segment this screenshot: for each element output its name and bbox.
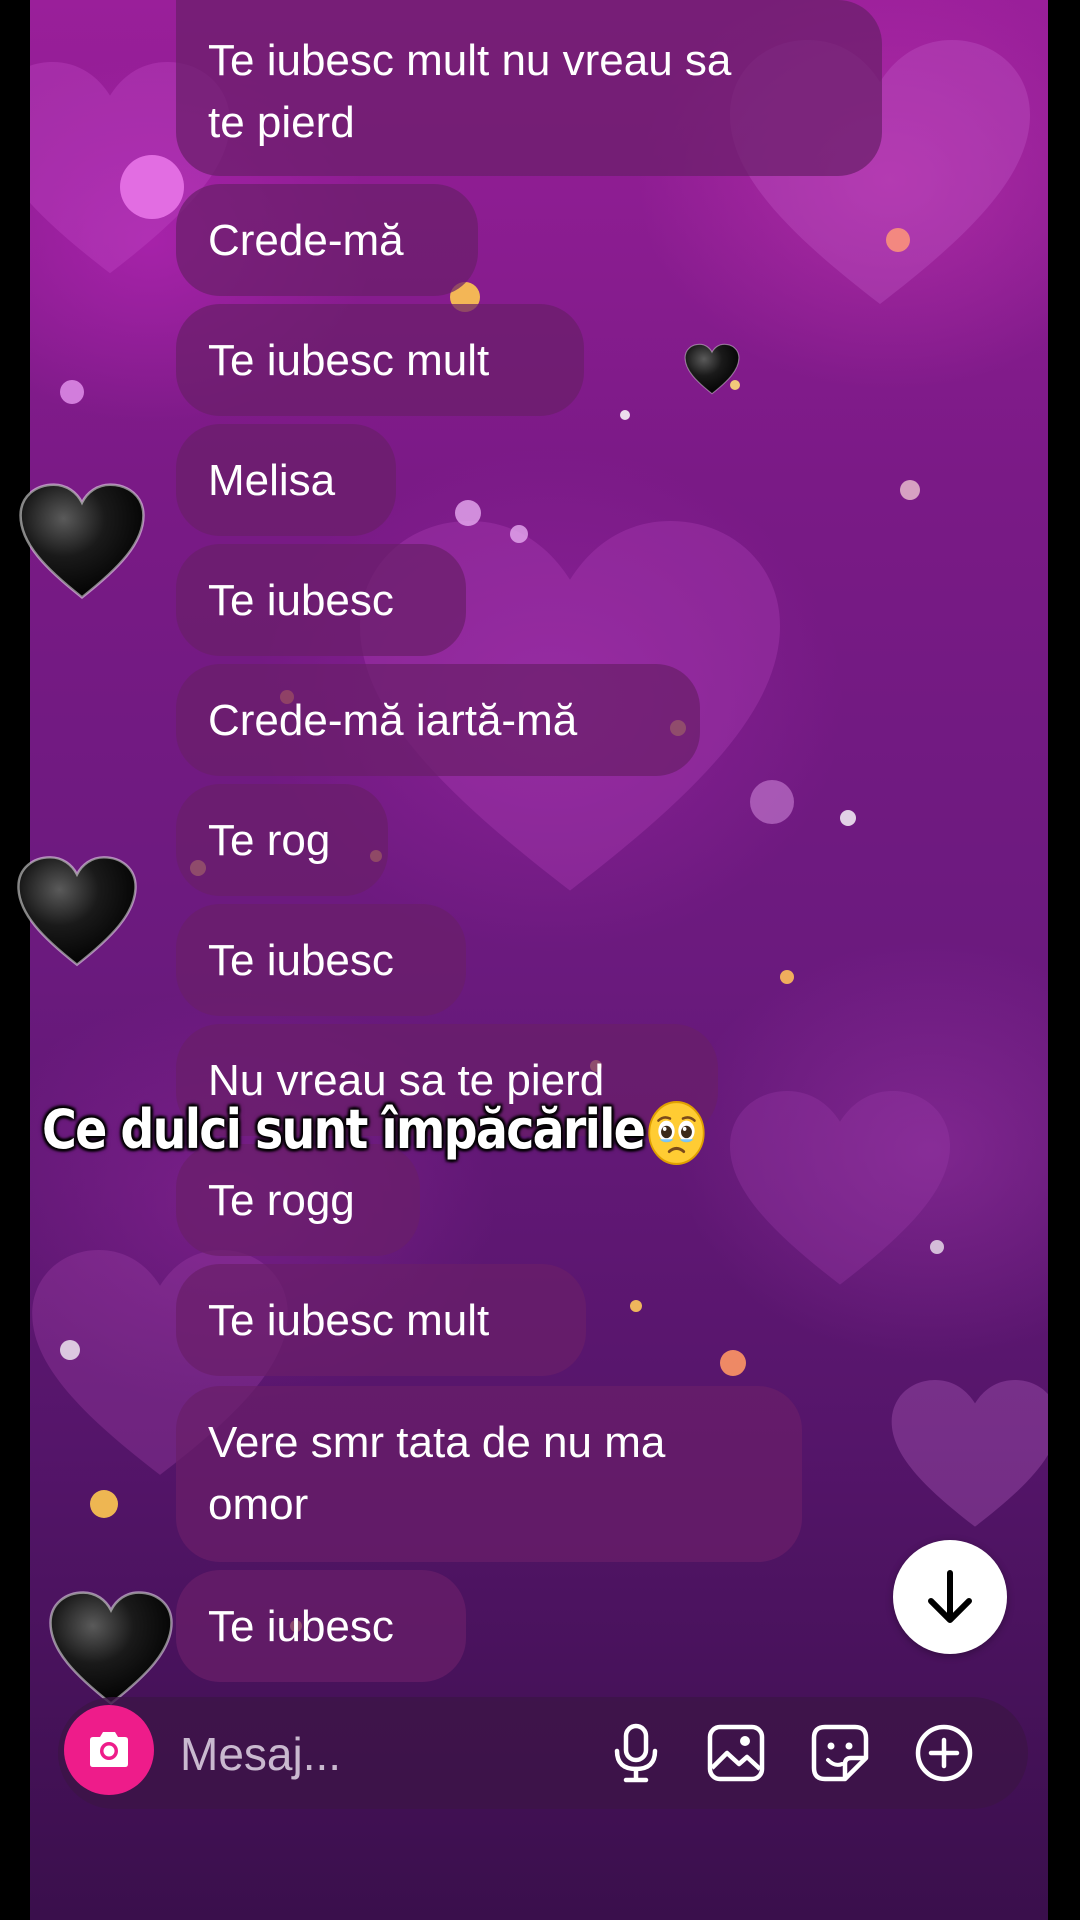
background-heart-icon — [730, 1091, 950, 1285]
message-bubble[interactable]: Crede-mă iartă-mă — [176, 664, 700, 776]
story-screen: Te iubesc mult nu vreau sa te pierd Cred… — [0, 0, 1080, 1920]
voice-message-button[interactable] — [606, 1723, 666, 1783]
more-options-button[interactable] — [914, 1723, 974, 1783]
plus-circle-icon — [915, 1724, 973, 1782]
message-bubble[interactable]: Te iubesc — [176, 1570, 466, 1682]
message-bubble[interactable]: Te iubesc — [176, 544, 466, 656]
message-bubble[interactable]: Te iubesc mult — [176, 304, 584, 416]
message-bubble[interactable]: Te iubesc mult — [176, 1264, 586, 1376]
sticker-icon — [811, 1724, 869, 1782]
message-bubble[interactable]: Melisa — [176, 424, 396, 536]
message-bubble[interactable]: Te rog — [176, 784, 388, 896]
image-icon — [707, 1724, 765, 1782]
message-composer — [58, 1697, 1028, 1809]
sticker-button[interactable] — [810, 1723, 870, 1783]
camera-icon — [90, 1732, 128, 1767]
arrow-down-icon — [928, 1570, 972, 1623]
background-heart-icon — [891, 1380, 1048, 1527]
message-bubble[interactable]: Crede-mă — [176, 184, 478, 296]
camera-button[interactable] — [64, 1705, 154, 1795]
message-input[interactable] — [178, 1715, 482, 1793]
message-bubble[interactable]: Vere smr tata de nu ma omor — [176, 1386, 802, 1562]
face-holding-back-tears-icon — [648, 1101, 705, 1166]
microphone-icon — [614, 1723, 658, 1783]
caption-text: Ce dulci sunt împăcările — [42, 1098, 646, 1161]
message-bubble[interactable]: Te iubesc — [176, 904, 466, 1016]
scroll-to-bottom-button[interactable] — [893, 1540, 1007, 1654]
message-bubble[interactable]: Te iubesc mult nu vreau sa te pierd — [176, 0, 882, 176]
gallery-button[interactable] — [706, 1723, 766, 1783]
overlay-caption: Ce dulci sunt împăcările — [42, 1098, 706, 1166]
